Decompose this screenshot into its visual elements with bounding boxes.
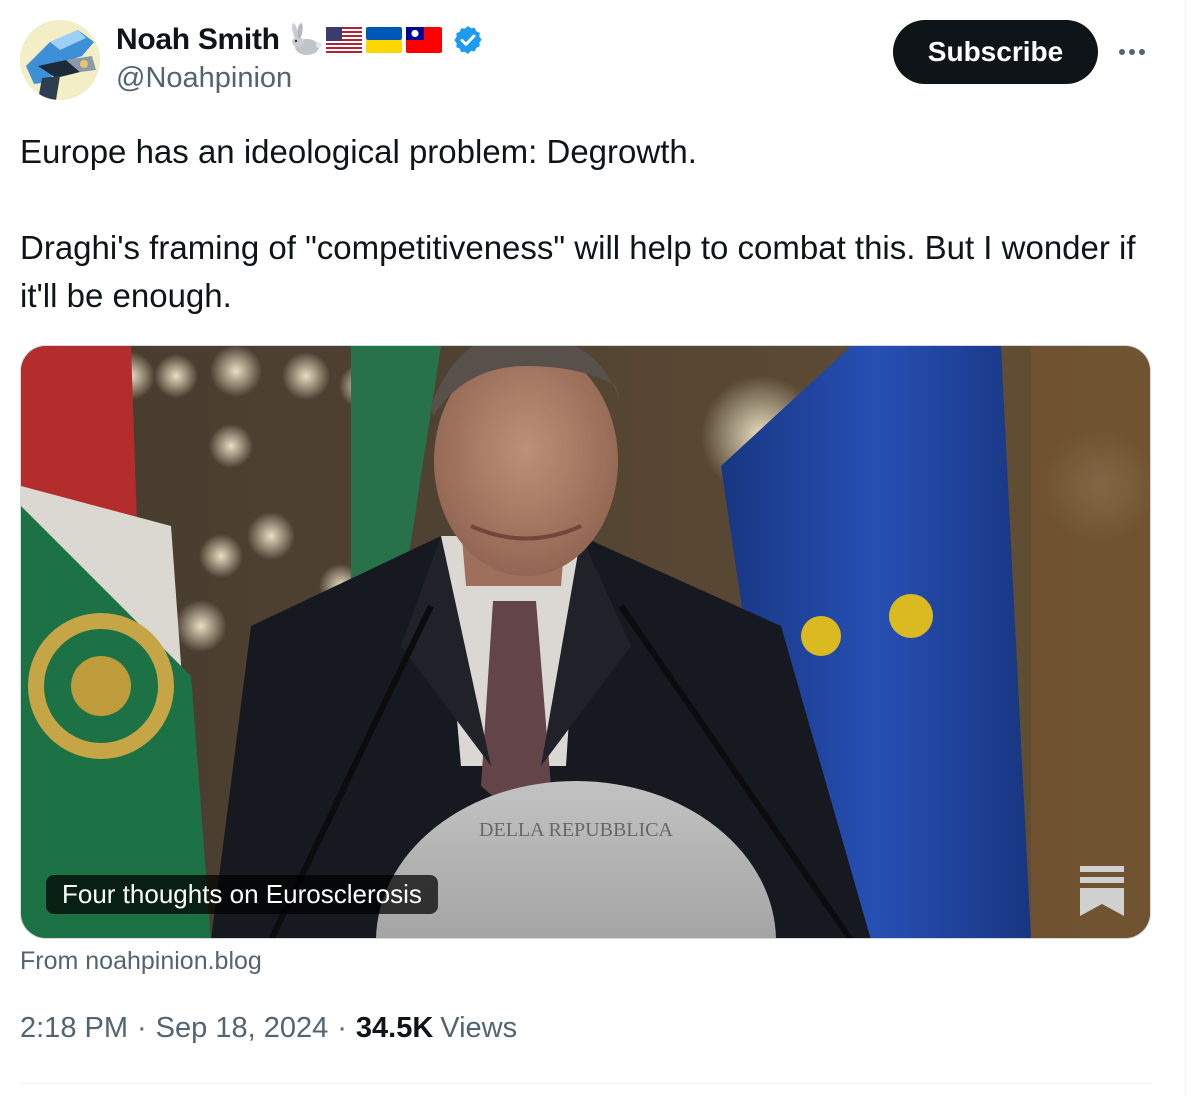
link-source[interactable]: From noahpinion.blog (20, 947, 262, 976)
tweet-meta: 2:18 PM · Sep 18, 2024 · 34.5K Views (20, 1012, 517, 1045)
link-card-title: Four thoughts on Eurosclerosis (46, 875, 438, 914)
taiwan-flag-emoji-icon (405, 27, 442, 53)
more-dot (1139, 49, 1145, 55)
link-card-image: DELLA REPUBBLICA (21, 346, 1150, 938)
ukraine-flag-emoji-icon (365, 27, 402, 53)
substack-logo-icon (1080, 866, 1124, 916)
author-handle[interactable]: @Noahpinion (116, 62, 292, 95)
tweet-paragraph: Europe has an ideological problem: Degro… (20, 133, 697, 170)
avatar-image (20, 20, 100, 100)
views-label: Views (440, 1012, 518, 1044)
tweet-date[interactable]: Sep 18, 2024 (156, 1012, 329, 1045)
tweet-text: Europe has an ideological problem: Degro… (20, 128, 1140, 320)
tweet-paragraph: Draghi's framing of "competitiveness" wi… (20, 229, 1136, 314)
author-name-row: Noah Smith (116, 20, 484, 60)
more-dot (1129, 49, 1135, 55)
meta-separator: · (137, 1012, 147, 1044)
display-name[interactable]: Noah Smith (116, 23, 280, 57)
rabbit-emoji-icon (291, 23, 322, 55)
tweet-time[interactable]: 2:18 PM (20, 1012, 128, 1045)
more-options-icon[interactable] (1112, 38, 1152, 66)
name-emojis (288, 23, 442, 57)
more-dot (1119, 49, 1125, 55)
us-flag-emoji-icon (325, 27, 362, 53)
subscribe-button[interactable]: Subscribe (893, 20, 1098, 84)
link-card[interactable]: DELLA REPUBBLICA Four thoughts on Eurosc… (20, 345, 1151, 939)
verified-badge-icon[interactable] (452, 24, 484, 56)
divider (20, 1083, 1151, 1084)
views-count: 34.5K (355, 1012, 434, 1044)
avatar[interactable] (20, 20, 100, 100)
right-border (1185, 0, 1186, 1096)
meta-separator: · (337, 1012, 347, 1044)
